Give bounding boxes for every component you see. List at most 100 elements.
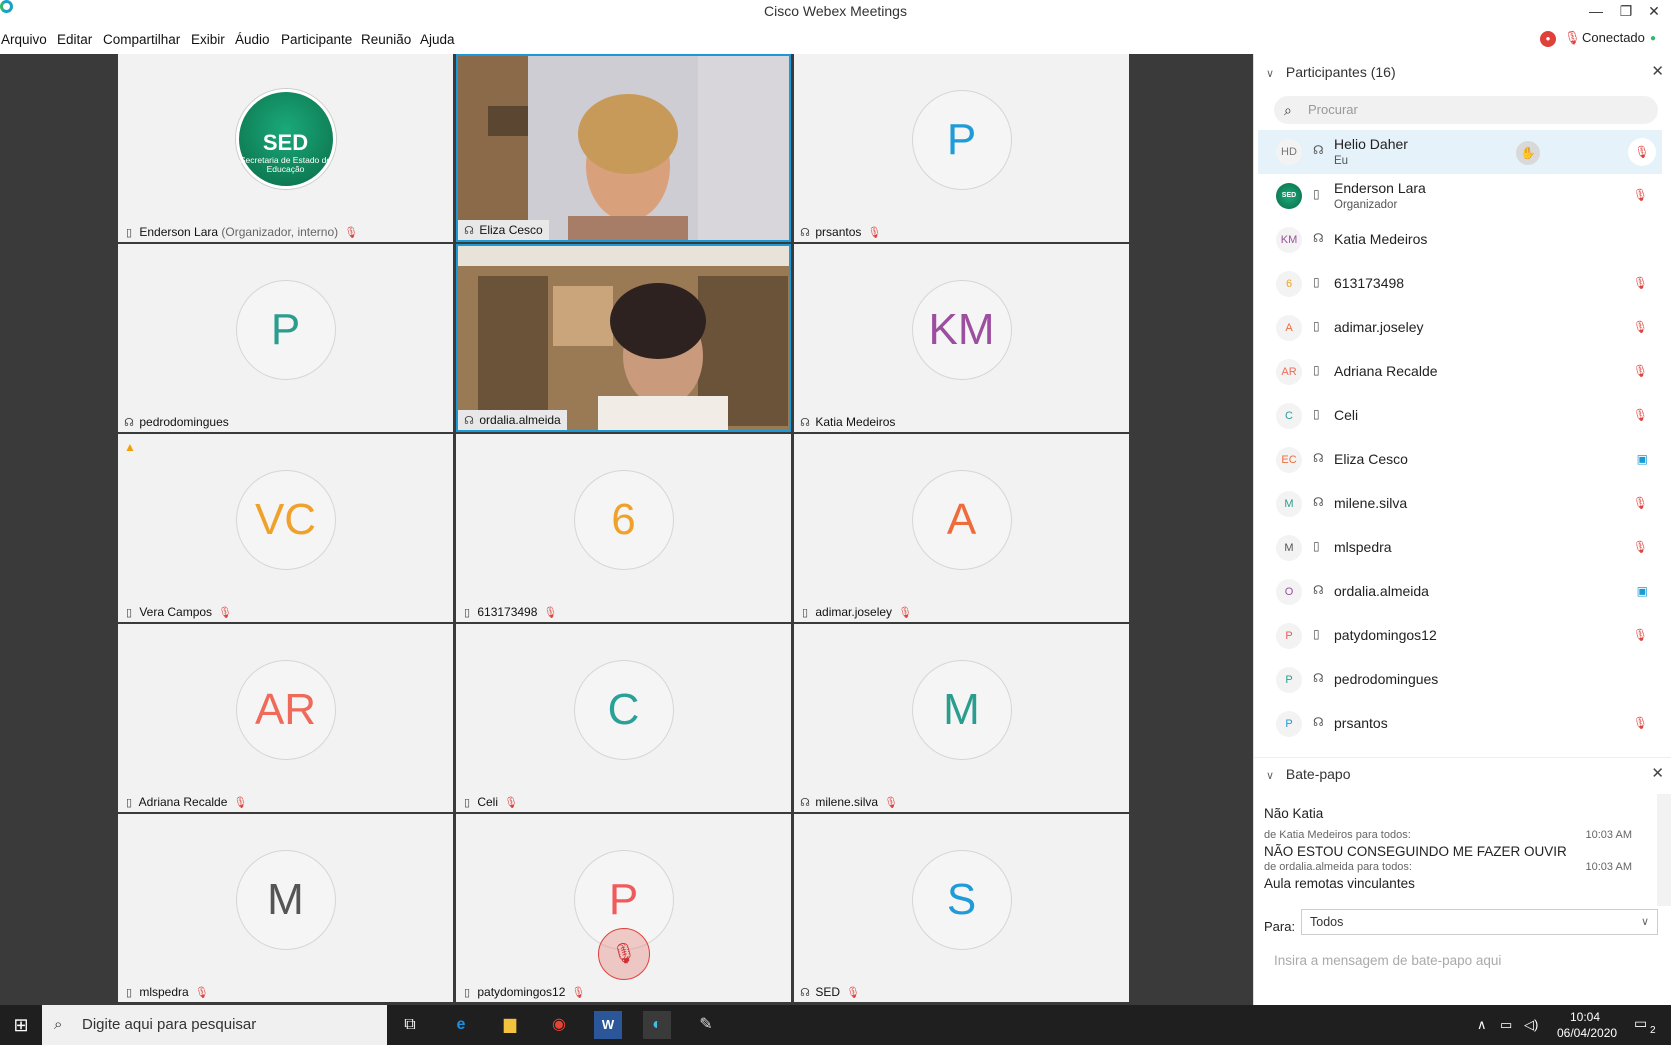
network-icon[interactable]: ▭ — [1500, 1017, 1512, 1033]
participant-avatar: M — [1276, 535, 1302, 561]
file-explorer-icon[interactable]: ▆ — [496, 1011, 524, 1039]
participant-list-item[interactable]: 6 ▯ 613173498 🎙 — [1258, 262, 1662, 306]
word-icon[interactable]: W — [594, 1011, 622, 1039]
participant-tile[interactable]: A ▯ adimar.joseley 🎙 — [794, 434, 1129, 622]
chevron-down-icon[interactable]: ∨ — [1266, 58, 1282, 90]
task-view-icon[interactable]: ⧉ — [396, 1011, 424, 1039]
participant-search-input[interactable]: ⌕ Procurar — [1274, 96, 1658, 124]
device-icon: ☊ — [1313, 495, 1324, 509]
participant-nametag: ☊ Katia Medeiros — [794, 412, 902, 432]
device-icon: ▯ — [1313, 539, 1320, 553]
participant-tile[interactable]: P ☊ prsantos 🎙 — [794, 54, 1129, 242]
participant-list-item[interactable]: AR ▯ Adriana Recalde 🎙 — [1258, 350, 1662, 394]
paint-icon[interactable]: ✎ — [692, 1011, 720, 1039]
participants-header[interactable]: ∨ Participantes (16) ✕ — [1254, 56, 1671, 88]
volume-icon[interactable]: ◁) — [1524, 1017, 1538, 1033]
close-button[interactable]: ✕ — [1640, 0, 1668, 22]
tray-chevron-up-icon[interactable]: ∧ — [1477, 1017, 1487, 1033]
participant-tile[interactable]: KM ☊ Katia Medeiros — [794, 244, 1129, 432]
participant-list-item[interactable]: P ▯ patydomingos12 🎙 — [1258, 614, 1662, 658]
participant-name: 613173498 — [477, 605, 538, 619]
participant-list-item[interactable]: KM ☊ Katia Medeiros — [1258, 218, 1662, 262]
window-titlebar: Cisco Webex Meetings — ❐ ✕ — [0, 0, 1671, 24]
participant-list-item[interactable]: P ☊ prsantos 🎙 — [1258, 702, 1662, 746]
participant-name: milene.silva — [1334, 495, 1408, 511]
menu-reuniao[interactable]: Reunião — [361, 32, 411, 47]
chevron-down-icon[interactable]: ∨ — [1266, 760, 1282, 792]
participant-avatar: A — [911, 470, 1012, 570]
participant-tile[interactable]: M ☊ milene.silva 🎙 — [794, 624, 1129, 812]
participant-avatar: P — [235, 280, 336, 380]
participant-tile[interactable]: AR ▯ Adriana Recalde 🎙 — [118, 624, 453, 812]
participant-role: (Organizador, interno) — [218, 225, 339, 239]
participant-name: ordalia.almeida — [1334, 583, 1429, 599]
clock-time[interactable]: 10:04 — [1570, 1010, 1600, 1024]
participant-list-item[interactable]: SED ▯ Enderson Lara Organizador 🎙 — [1258, 174, 1662, 218]
close-chat-icon[interactable]: ✕ — [1651, 758, 1664, 790]
notifications-count: 2 — [1650, 1025, 1656, 1036]
taskbar-search[interactable]: ⌕ Digite aqui para pesquisar — [42, 1005, 387, 1045]
device-icon: ☊ — [800, 797, 810, 809]
menu-editar[interactable]: Editar — [57, 32, 92, 47]
chat-recipient-select[interactable]: Todos ∨ — [1301, 909, 1658, 935]
participant-tile[interactable]: P ☊ pedrodomingues — [118, 244, 453, 432]
menu-exibir[interactable]: Exibir — [191, 32, 225, 47]
participant-tile[interactable]: ☊ ordalia.almeida — [456, 244, 791, 432]
participant-list-item[interactable]: M ☊ milene.silva 🎙 — [1258, 482, 1662, 526]
participant-list-item[interactable]: A ▯ adimar.joseley 🎙 — [1258, 306, 1662, 350]
mic-muted-icon[interactable]: 🎙 — [1564, 30, 1581, 46]
restore-button[interactable]: ❐ — [1612, 0, 1640, 22]
participant-list-item[interactable]: C ▯ Celi 🎙 — [1258, 394, 1662, 438]
taskbar-search-placeholder: Digite aqui para pesquisar — [82, 1016, 257, 1033]
participant-tile[interactable]: SED Secretaria de Estado de Educação ▯ End… — [118, 54, 453, 242]
chrome-icon[interactable]: ◉ — [545, 1011, 573, 1039]
participant-name: Adriana Recalde — [1334, 363, 1438, 379]
menu-audio[interactable]: Áudio — [235, 32, 270, 47]
participant-tile[interactable]: S ☊ SED 🎙 — [794, 814, 1129, 1002]
menu-compartilhar[interactable]: Compartilhar — [103, 32, 180, 47]
sed-logo-subtext: Secretaria de Estado de Educação — [239, 155, 332, 174]
chat-message-meta: de Katia Medeiros para todos: — [1264, 829, 1411, 841]
participant-tile[interactable]: ☊ Eliza Cesco — [456, 54, 791, 242]
participant-tile[interactable]: VC ▲ ▯ Vera Campos 🎙 — [118, 434, 453, 622]
participant-avatar: O — [1276, 579, 1302, 605]
participant-list-item[interactable]: EC ☊ Eliza Cesco ▣ — [1258, 438, 1662, 482]
participant-avatar: M — [911, 660, 1012, 760]
notifications-icon[interactable]: ▭ — [1634, 1015, 1647, 1032]
participant-tile[interactable]: C ▯ Celi 🎙 — [456, 624, 791, 812]
participant-avatar: AR — [1276, 359, 1302, 385]
device-icon: ☊ — [1313, 583, 1324, 597]
device-icon: ▯ — [1313, 407, 1320, 421]
participant-list-item[interactable]: M ▯ mlspedra 🎙 — [1258, 526, 1662, 570]
mic-muted-icon[interactable]: 🎙 — [598, 928, 650, 980]
chat-scrollbar[interactable] — [1657, 794, 1671, 906]
device-icon: ▯ — [1313, 627, 1320, 641]
participant-tile[interactable]: 6 ▯ 613173498 🎙 — [456, 434, 791, 622]
menu-participante[interactable]: Participante — [281, 32, 352, 47]
participant-tile[interactable]: M ▯ mlspedra 🎙 — [118, 814, 453, 1002]
webex-taskbar-icon[interactable]: ◐ — [643, 1011, 671, 1039]
edge-browser-icon[interactable]: e — [447, 1011, 475, 1039]
clock-date[interactable]: 06/04/2020 — [1557, 1026, 1617, 1040]
chat-header[interactable]: ∨ Bate-papo ✕ — [1254, 757, 1671, 789]
recording-icon[interactable]: ● — [1540, 31, 1556, 47]
participant-list-item[interactable]: P ☊ pedrodomingues — [1258, 658, 1662, 702]
chat-input[interactable]: Insira a mensagem de bate-papo aqui — [1274, 953, 1501, 968]
close-participants-icon[interactable]: ✕ — [1651, 56, 1664, 88]
menu-ajuda[interactable]: Ajuda — [420, 32, 455, 47]
participant-tile[interactable]: P 🎙 ▯ patydomingos12 🎙 — [456, 814, 791, 1002]
minimize-button[interactable]: — — [1582, 0, 1610, 22]
participant-name: ordalia.almeida — [479, 413, 561, 427]
participant-list-item[interactable]: O ☊ ordalia.almeida ▣ — [1258, 570, 1662, 614]
raise-hand-icon[interactable]: ✋ — [1516, 141, 1540, 165]
participant-list-item[interactable]: HD ☊ Helio Daher Eu ✋ 🎙 — [1258, 130, 1662, 174]
windows-start-icon[interactable]: ⊞ — [0, 1005, 42, 1045]
chat-message-meta: de ordalia.almeida para todos: — [1264, 861, 1412, 873]
mic-muted-icon[interactable]: 🎙 — [1628, 138, 1656, 166]
device-icon: ▯ — [125, 797, 133, 809]
device-icon: ▯ — [463, 607, 471, 619]
mic-muted-icon: 🎙 — [1632, 188, 1648, 202]
mic-muted-icon: 🎙 — [1632, 408, 1648, 422]
participant-name: patydomingos12 — [1334, 627, 1437, 643]
menu-arquivo[interactable]: Arquivo — [1, 32, 47, 47]
